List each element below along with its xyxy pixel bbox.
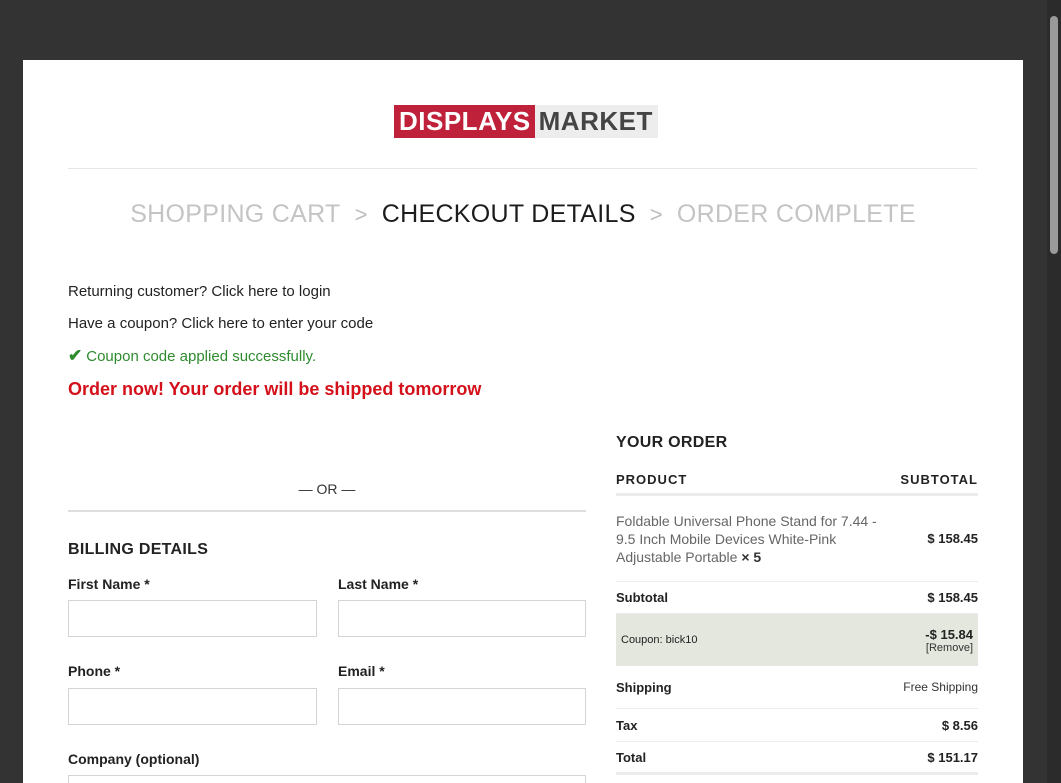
coupon-success-text: Coupon code applied successfully. — [86, 347, 317, 365]
logo-part-displays: DISPLAYS — [394, 105, 535, 138]
order-summary-table: PRODUCT SUBTOTAL Foldable Universal Phon… — [616, 466, 978, 775]
site-logo[interactable]: DISPLAYS MARKET — [394, 105, 658, 138]
step-checkout-details[interactable]: CHECKOUT DETAILS — [382, 200, 636, 229]
subtotal-value: $ 158.45 — [927, 590, 978, 605]
order-item-name: Foldable Universal Phone Stand for 7.44 … — [616, 512, 884, 566]
coupon-success-message: ✔ Coupon code applied successfully. — [68, 346, 316, 366]
checkout-page: DISPLAYS MARKET SHOPPING CART > CHECKOUT… — [23, 60, 1023, 783]
phone-field[interactable] — [68, 688, 317, 725]
coupon-amount-group: -$ 15.84 [Remove] — [925, 627, 973, 654]
remove-coupon-link[interactable]: [Remove] — [925, 642, 973, 654]
shipping-value: Free Shipping — [903, 680, 978, 694]
subtotal-column-header: SUBTOTAL — [900, 472, 978, 487]
chevron-right-icon: > — [354, 201, 368, 227]
step-order-complete: ORDER COMPLETE — [676, 200, 916, 228]
step-shopping-cart[interactable]: SHOPPING CART — [130, 200, 340, 229]
company-field[interactable] — [68, 775, 586, 783]
email-label: Email * — [338, 663, 385, 679]
order-table-header: PRODUCT SUBTOTAL — [616, 466, 978, 496]
checkout-steps: SHOPPING CART > CHECKOUT DETAILS > ORDER… — [23, 200, 1023, 229]
order-item-total: $ 158.45 — [927, 531, 978, 546]
email-field[interactable] — [338, 688, 586, 725]
your-order-title: YOUR ORDER — [616, 434, 728, 451]
shipping-promo-banner: Order now! Your order will be shipped to… — [68, 379, 482, 399]
shipping-row: Shipping Free Shipping — [616, 666, 978, 709]
coupon-discount-value: -$ 15.84 — [925, 626, 973, 642]
or-divider-line — [68, 510, 586, 512]
last-name-field[interactable] — [338, 600, 586, 637]
coupon-label: Coupon: bick10 — [621, 634, 698, 646]
total-value: $ 151.17 — [927, 749, 978, 765]
subtotal-label: Subtotal — [616, 590, 668, 605]
total-row: Total $ 151.17 — [616, 742, 978, 775]
order-item-row: Foldable Universal Phone Stand for 7.44 … — [616, 496, 978, 582]
last-name-label: Last Name * — [338, 576, 419, 592]
first-name-label: First Name * — [68, 576, 150, 592]
order-item-quantity: × 5 — [741, 548, 762, 565]
product-column-header: PRODUCT — [616, 472, 688, 487]
header-divider — [68, 168, 977, 169]
shipping-label: Shipping — [616, 679, 672, 695]
check-icon: ✔ — [68, 346, 83, 365]
page-scrollbar[interactable] — [1047, 0, 1061, 783]
tax-row: Tax $ 8.56 — [616, 709, 978, 742]
tax-value: $ 8.56 — [941, 717, 978, 733]
logo-part-market: MARKET — [534, 105, 658, 138]
phone-label: Phone * — [68, 663, 121, 679]
coupon-entry-link[interactable]: Have a coupon? Click here to enter your … — [68, 315, 373, 332]
chevron-right-icon: > — [649, 201, 663, 227]
billing-details-title: BILLING DETAILS — [68, 541, 209, 558]
first-name-field[interactable] — [68, 600, 317, 637]
subtotal-row: Subtotal $ 158.45 — [616, 582, 978, 614]
total-label: Total — [616, 749, 647, 765]
company-label: Company (optional) — [68, 751, 200, 767]
returning-customer-login-link[interactable]: Returning customer? Click here to login — [68, 283, 331, 300]
scrollbar-thumb[interactable] — [1050, 16, 1058, 254]
or-divider-text: — OR — — [298, 481, 356, 497]
tax-label: Tax — [616, 717, 638, 733]
coupon-row: Coupon: bick10 -$ 15.84 [Remove] — [616, 614, 978, 666]
